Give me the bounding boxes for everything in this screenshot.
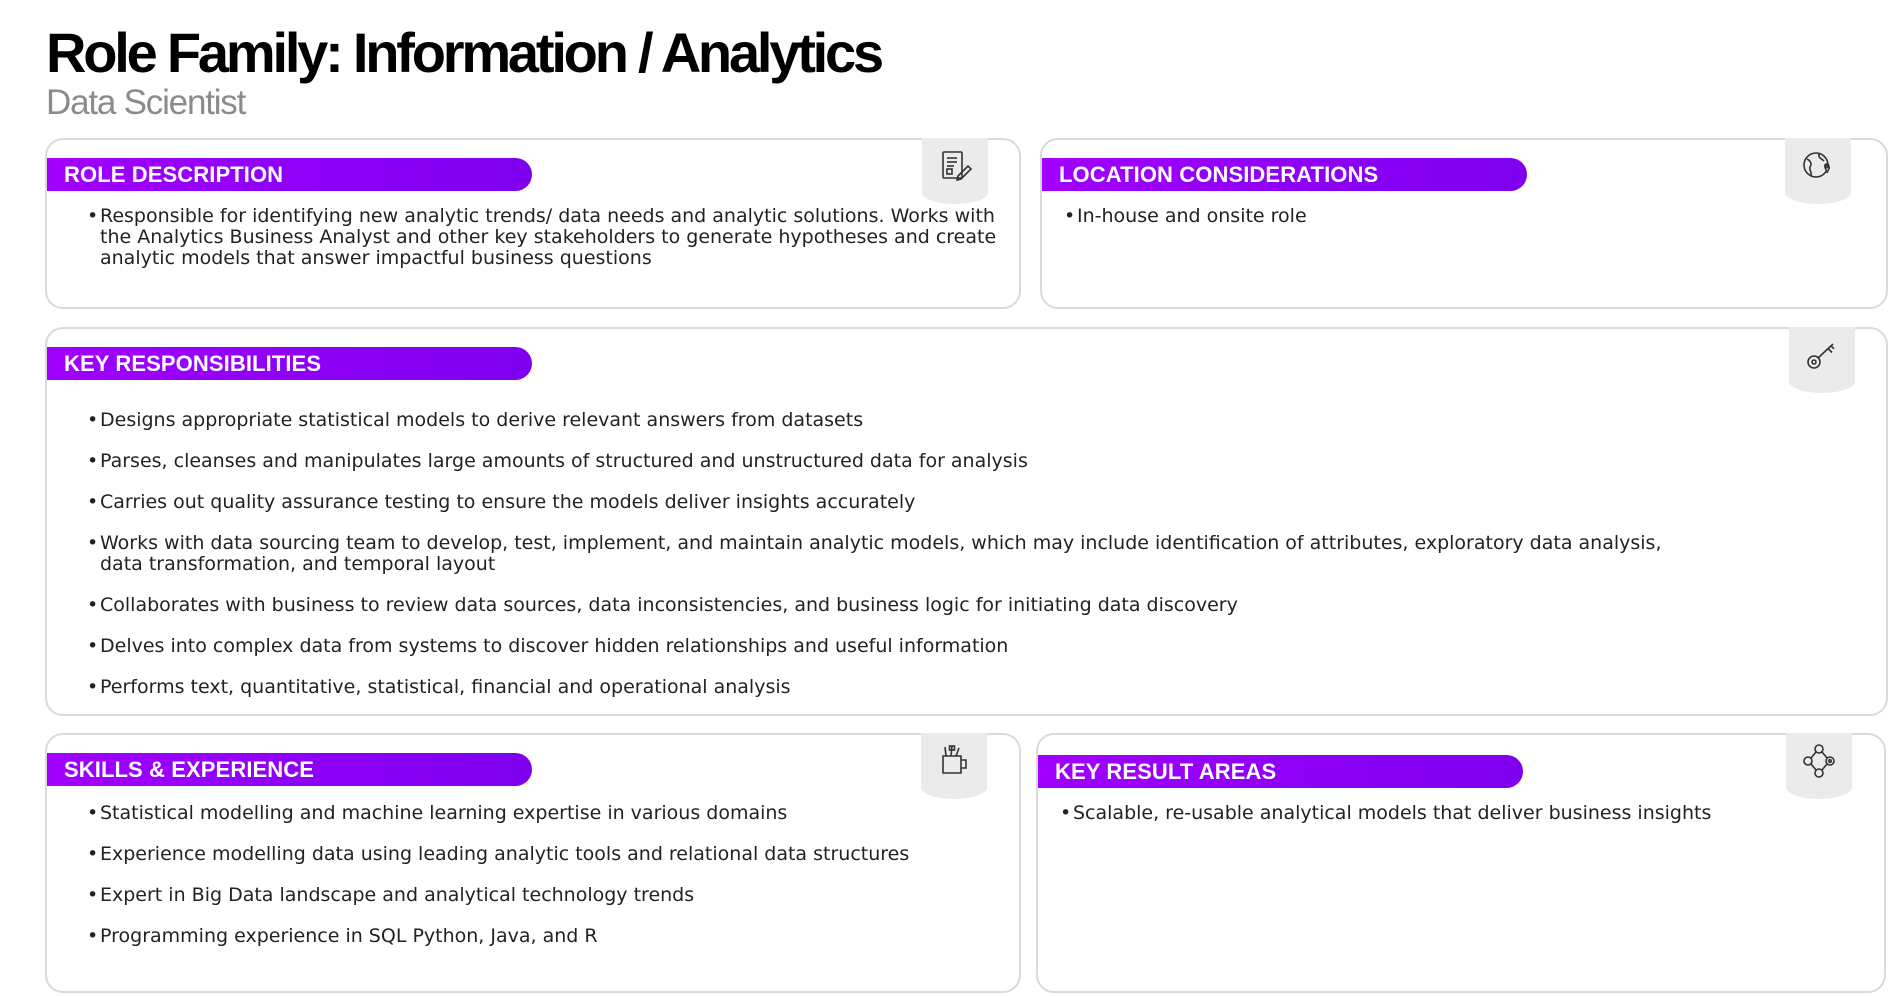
location-considerations-list: In-house and onsite role [1044,206,1864,228]
list-item: Statistical modelling and machine learni… [67,803,1007,825]
list-item: Works with data sourcing team to develop… [67,533,1667,575]
key-result-areas-card: KEY RESULT AREAS Scalable, re-usable ana… [1036,733,1886,993]
role-description-card: ROLE DESCRIPTION Responsible for identif… [45,138,1021,309]
key-responsibilities-list: Designs appropriate statistical models t… [67,410,1667,718]
list-item: Collaborates with business to review dat… [67,595,1667,617]
page-title: Role Family: Information / Analytics [46,21,884,84]
network-nodes-icon [1786,733,1852,799]
key-responsibilities-heading: KEY RESPONSIBILITIES [47,347,532,380]
location-considerations-card: LOCATION CONSIDERATIONS In-house and ons… [1040,138,1888,309]
list-item: Responsible for identifying new analytic… [67,206,1007,269]
key-result-areas-list: Scalable, re-usable analytical models th… [1040,803,1860,825]
location-considerations-heading: LOCATION CONSIDERATIONS [1042,158,1527,191]
list-item: Delves into complex data from systems to… [67,636,1667,658]
skills-experience-list: Statistical modelling and machine learni… [67,803,1007,967]
list-item: Designs appropriate statistical models t… [67,410,1667,432]
list-item: Carries out quality assurance testing to… [67,492,1667,514]
skills-experience-heading: SKILLS & EXPERIENCE [47,753,532,786]
page-subtitle: Data Scientist [46,83,246,122]
globe-location-icon [1785,138,1851,204]
role-description-list: Responsible for identifying new analytic… [67,206,1007,269]
list-item: In-house and onsite role [1044,206,1864,228]
key-icon [1789,327,1855,393]
document-edit-icon [922,138,988,204]
list-item: Parses, cleanses and manipulates large a… [67,451,1667,473]
list-item: Programming experience in SQL Python, Ja… [67,926,1007,948]
role-description-heading: ROLE DESCRIPTION [47,158,532,191]
key-responsibilities-card: KEY RESPONSIBILITIES Designs appropriate… [45,327,1888,716]
list-item: Expert in Big Data landscape and analyti… [67,885,1007,907]
skills-experience-card: SKILLS & EXPERIENCE Statistical modellin… [45,733,1021,993]
list-item: Scalable, re-usable analytical models th… [1040,803,1860,825]
list-item: Performs text, quantitative, statistical… [67,677,1667,699]
key-result-areas-heading: KEY RESULT AREAS [1038,755,1523,788]
toolbox-cup-icon [921,733,987,799]
list-item: Experience modelling data using leading … [67,844,1007,866]
